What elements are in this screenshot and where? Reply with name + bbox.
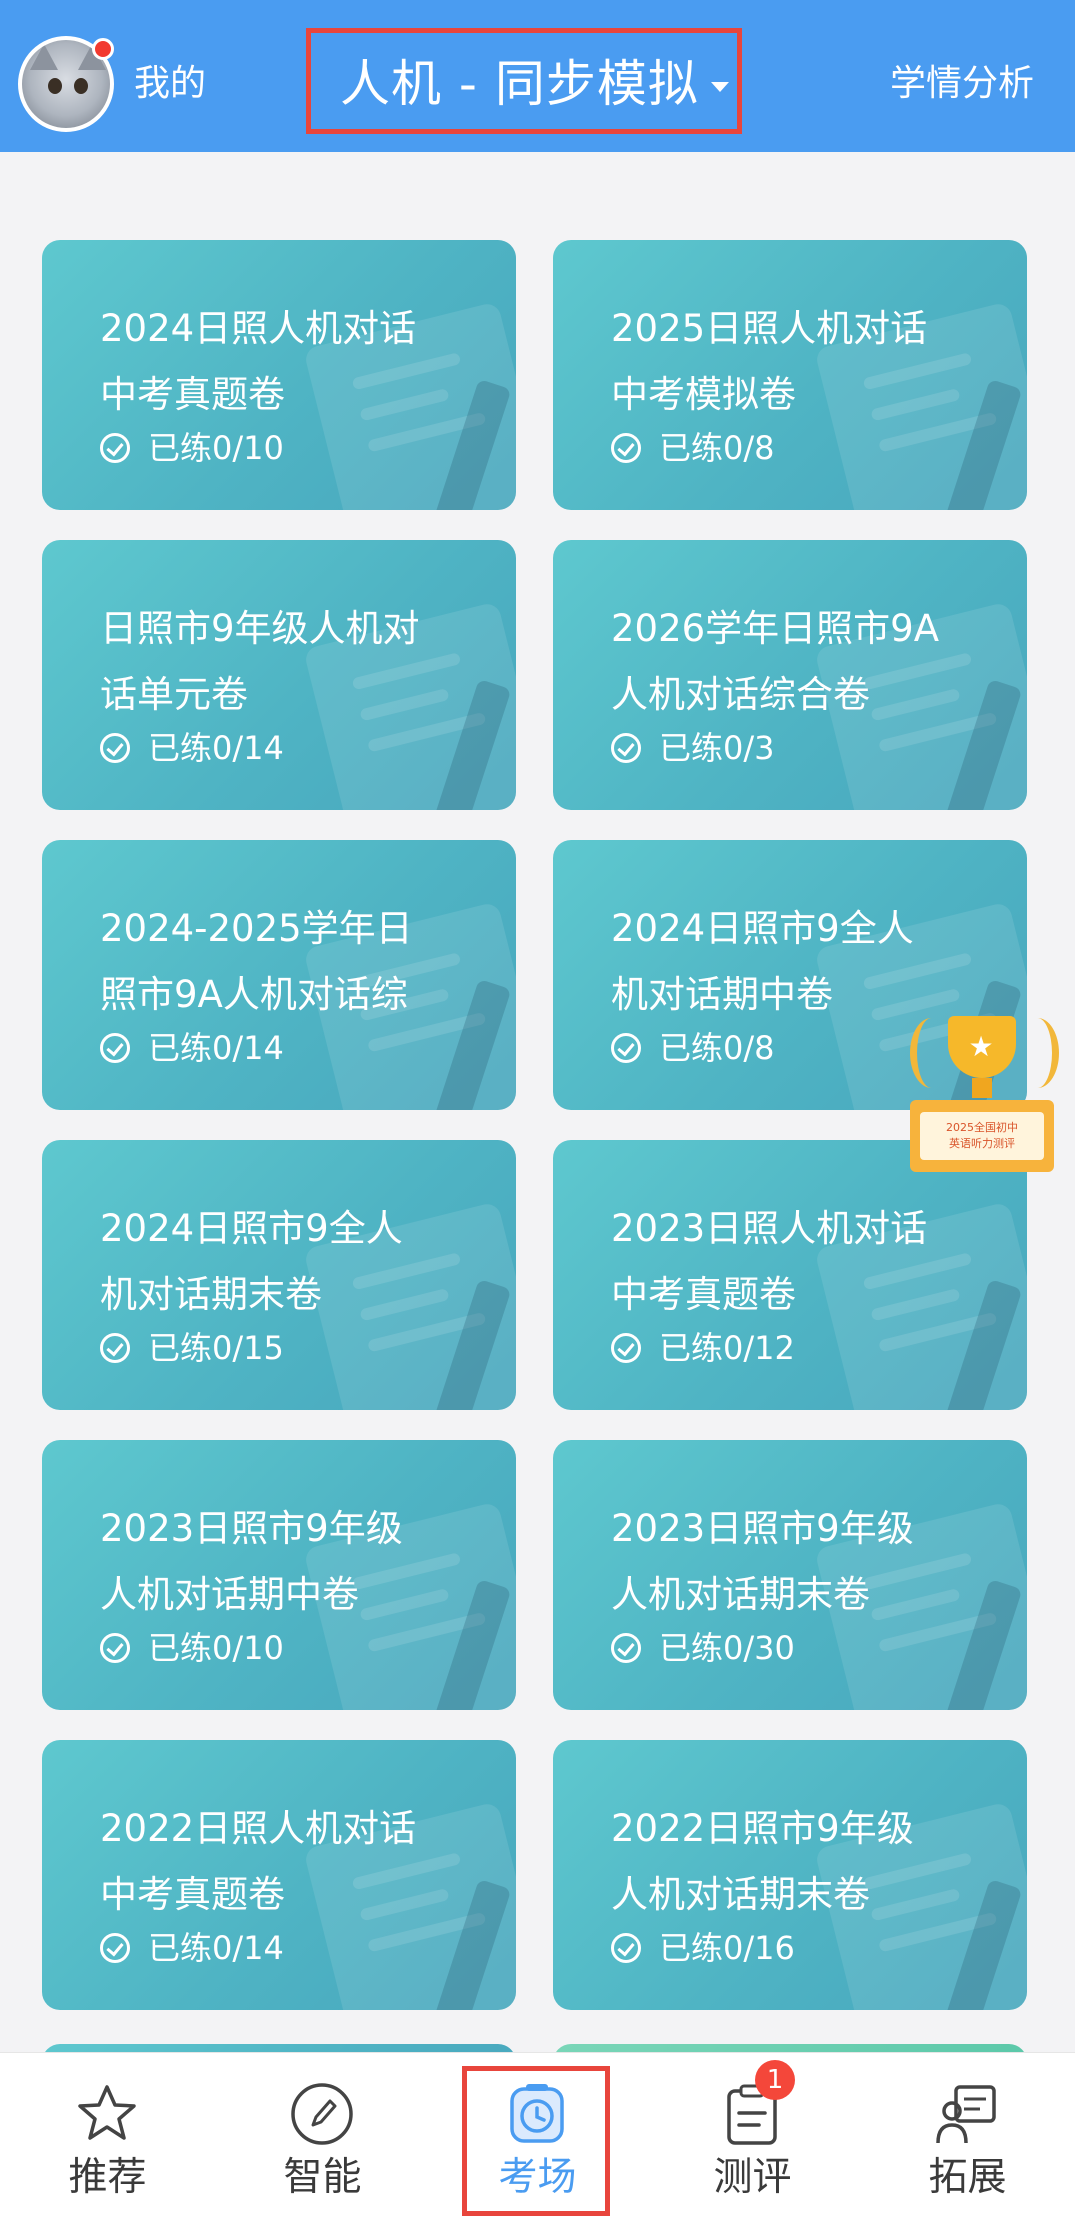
- exam-card-title: 2024日照市9全人 机对话期末卷: [100, 1207, 403, 1316]
- progress-text: 已练0/15: [148, 1329, 284, 1367]
- analysis-link[interactable]: 学情分析: [890, 62, 1034, 106]
- tab-extension[interactable]: 拓展: [860, 2053, 1075, 2220]
- chevron-down-icon[interactable]: [711, 82, 729, 92]
- exam-card[interactable]: 2024日照市9全人 机对话期末卷已练0/15: [42, 1140, 516, 1410]
- check-circle-icon: [100, 433, 130, 463]
- exam-card-title: 2026学年日照市9A 人机对话综合卷: [611, 607, 940, 716]
- tab-recommend[interactable]: 推荐: [0, 2053, 215, 2220]
- exam-card-title: 2023日照市9年级 人机对话期中卷: [100, 1507, 403, 1616]
- check-circle-icon: [100, 1033, 130, 1063]
- tab-label: 拓展: [928, 2155, 1007, 2200]
- exam-card-progress: 已练0/14: [100, 1028, 284, 1068]
- check-circle-icon: [100, 1333, 130, 1363]
- trophy-stem: [972, 1078, 992, 1098]
- exam-card-partial[interactable]: [42, 2044, 516, 2052]
- check-circle-icon: [611, 1633, 641, 1663]
- avatar-cat-eye: [74, 78, 88, 94]
- mode-dropdown-title[interactable]: 人机 - 同步模拟: [340, 52, 699, 116]
- avatar-cat-eye: [48, 78, 62, 94]
- tab-assessment[interactable]: 测评: [645, 2053, 860, 2220]
- notification-badge: 1: [755, 2060, 795, 2100]
- check-circle-icon: [611, 1333, 641, 1363]
- exam-card-progress: 已练0/30: [611, 1628, 795, 1668]
- tab-label: 智能: [283, 2155, 362, 2200]
- progress-text: 已练0/12: [659, 1329, 795, 1367]
- progress-text: 已练0/30: [659, 1629, 795, 1667]
- trophy-plate-text: 2025全国初中 英语听力测评: [920, 1112, 1044, 1160]
- laurel-left-icon: [910, 1018, 953, 1088]
- check-circle-icon: [611, 733, 641, 763]
- exam-card-progress: 已练0/15: [100, 1328, 284, 1368]
- tab-label: 推荐: [68, 2155, 147, 2200]
- check-circle-icon: [611, 1033, 641, 1063]
- exam-card-progress: 已练0/8: [611, 1028, 775, 1068]
- avatar-cat-ear: [30, 44, 58, 70]
- exam-card[interactable]: 2022日照人机对话 中考真题卷已练0/14: [42, 1740, 516, 2010]
- exam-card-progress: 已练0/14: [100, 1928, 284, 1968]
- progress-text: 已练0/14: [148, 729, 284, 767]
- progress-text: 已练0/10: [148, 1629, 284, 1667]
- check-circle-icon: [100, 1933, 130, 1963]
- exam-card-title: 2024日照人机对话 中考真题卷: [100, 307, 417, 416]
- check-circle-icon: [611, 1933, 641, 1963]
- exam-card[interactable]: 2023日照市9年级 人机对话期末卷已练0/30: [553, 1440, 1027, 1710]
- exam-card[interactable]: 2023日照人机对话 中考真题卷已练0/12: [553, 1140, 1027, 1410]
- exam-card-progress: 已练0/16: [611, 1928, 795, 1968]
- progress-text: 已练0/8: [659, 429, 775, 467]
- exam-card-title: 2022日照人机对话 中考真题卷: [100, 1807, 417, 1916]
- exam-card-partial[interactable]: [553, 2044, 1027, 2052]
- profile-label[interactable]: 我的: [134, 62, 206, 106]
- check-circle-icon: [100, 733, 130, 763]
- exam-card-progress: 已练0/10: [100, 428, 284, 468]
- exam-card-title: 2023日照市9年级 人机对话期末卷: [611, 1507, 914, 1616]
- person-board-icon: [936, 2085, 996, 2144]
- star-icon: ★: [968, 1030, 994, 1063]
- exam-card-progress: 已练0/10: [100, 1628, 284, 1668]
- progress-text: 已练0/3: [659, 729, 775, 767]
- progress-text: 已练0/14: [148, 1029, 284, 1067]
- exam-card[interactable]: 2023日照市9年级 人机对话期中卷已练0/10: [42, 1440, 516, 1710]
- exam-card-title: 2023日照人机对话 中考真题卷: [611, 1207, 928, 1316]
- star-icon: [78, 2085, 136, 2140]
- exam-card[interactable]: 2024-2025学年日 照市9A人机对话综已练0/14: [42, 840, 516, 1110]
- progress-text: 已练0/14: [148, 1929, 284, 1967]
- exam-card[interactable]: 2026学年日照市9A 人机对话综合卷已练0/3: [553, 540, 1027, 810]
- trophy-promo-badge[interactable]: ★ 2025全国初中 英语听力测评: [906, 1008, 1059, 1178]
- notification-dot: [92, 38, 114, 60]
- exam-card-progress: 已练0/3: [611, 728, 775, 768]
- exam-card[interactable]: 2022日照市9年级 人机对话期末卷已练0/16: [553, 1740, 1027, 2010]
- check-circle-icon: [100, 1633, 130, 1663]
- exam-card-progress: 已练0/12: [611, 1328, 795, 1368]
- exam-card[interactable]: 日照市9年级人机对 话单元卷已练0/14: [42, 540, 516, 810]
- exam-card-title: 2024-2025学年日 照市9A人机对话综: [100, 907, 413, 1016]
- progress-text: 已练0/8: [659, 1029, 775, 1067]
- tab-label: 测评: [713, 2155, 792, 2200]
- exam-card-title: 2025日照人机对话 中考模拟卷: [611, 307, 928, 416]
- progress-text: 已练0/10: [148, 429, 284, 467]
- exam-card-progress: 已练0/8: [611, 428, 775, 468]
- exam-card[interactable]: 2024日照人机对话 中考真题卷已练0/10: [42, 240, 516, 510]
- laurel-right-icon: [1016, 1018, 1059, 1088]
- exam-card-title: 2022日照市9年级 人机对话期末卷: [611, 1807, 914, 1916]
- check-circle-icon: [611, 433, 641, 463]
- exam-card[interactable]: 2025日照人机对话 中考模拟卷已练0/8: [553, 240, 1027, 510]
- tab-smart[interactable]: 智能: [215, 2053, 430, 2220]
- exam-card-progress: 已练0/14: [100, 728, 284, 768]
- exam-card-title: 日照市9年级人机对 话单元卷: [100, 607, 420, 716]
- pencil-circle-icon: [291, 2083, 353, 2145]
- active-tab-highlight-box: [462, 2066, 610, 2216]
- progress-text: 已练0/16: [659, 1929, 795, 1967]
